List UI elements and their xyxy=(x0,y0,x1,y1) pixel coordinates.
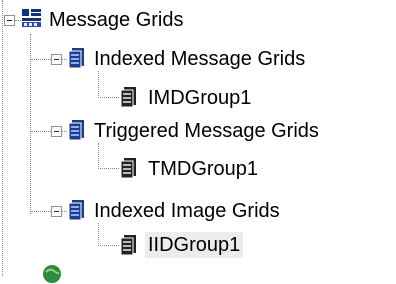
tree-node-label: IIDGroup1 xyxy=(145,232,244,258)
tree-guide-line xyxy=(98,168,119,169)
tree-guide-line xyxy=(98,97,119,98)
globe-icon xyxy=(43,265,61,283)
tree-guide-line xyxy=(98,71,99,98)
tree-guide-line xyxy=(62,59,67,60)
tree-node-label: Message Grids xyxy=(49,9,184,31)
tree-guide-line xyxy=(98,245,119,246)
group-icon xyxy=(120,87,136,108)
tree-node-label: Indexed Message Grids xyxy=(94,48,306,70)
tree-guide-line xyxy=(31,131,51,132)
message-grids-icon xyxy=(22,9,41,27)
grid-icon xyxy=(68,48,84,69)
tree-node-label: Triggered Message Grids xyxy=(94,120,319,142)
tree-node-label: Indexed Image Grids xyxy=(94,200,280,222)
collapse-toggle[interactable] xyxy=(51,54,62,65)
collapse-toggle[interactable] xyxy=(4,15,15,26)
tree-guide-line xyxy=(31,211,51,212)
tree-guide-line xyxy=(31,59,51,60)
tree-guide-line xyxy=(62,211,67,212)
group-icon xyxy=(120,158,136,179)
grid-icon xyxy=(68,120,84,141)
tree-guide-line xyxy=(2,0,3,276)
tree-guide-line xyxy=(98,143,99,169)
group-icon xyxy=(120,235,136,256)
tree-node-label: TMDGroup1 xyxy=(148,158,259,180)
tree-node-label: IMDGroup1 xyxy=(148,87,252,109)
tree-guide-line xyxy=(30,34,31,214)
tree-guide-line xyxy=(62,131,67,132)
grid-icon xyxy=(68,200,84,221)
tree-guide-line xyxy=(98,223,99,246)
tree-view[interactable]: Message Grids Indexed Message Grids IMDG… xyxy=(0,0,396,283)
collapse-toggle[interactable] xyxy=(51,206,62,217)
collapse-toggle[interactable] xyxy=(51,126,62,137)
